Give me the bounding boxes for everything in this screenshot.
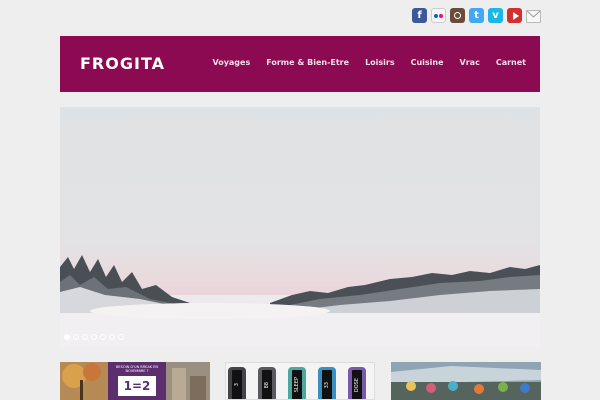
nav-item-vrac[interactable]: Vrac — [460, 58, 480, 67]
band-screen: SLEEP — [292, 370, 302, 399]
slider-dot[interactable] — [91, 334, 97, 340]
band-screen: DOSE — [352, 370, 362, 399]
slider-dot[interactable] — [109, 334, 115, 340]
nav-item-loisirs[interactable]: Loisirs — [365, 58, 395, 67]
nav-item-forme-bien-etre[interactable]: Forme & Bien-Etre — [266, 58, 349, 67]
slider-dots — [64, 334, 124, 340]
band-screen-text: 88 — [264, 381, 270, 389]
fitness-band: SLEEP — [288, 367, 306, 399]
site-header: FROGITA Voyages Forme & Bien-Etre Loisir… — [60, 36, 540, 92]
instagram-icon[interactable] — [450, 8, 465, 23]
band-screen-text: 33 — [324, 381, 330, 389]
slider-dot[interactable] — [100, 334, 106, 340]
slider-dot[interactable] — [64, 334, 70, 340]
band-screen: 33 — [322, 370, 332, 399]
slider-dot[interactable] — [82, 334, 88, 340]
band-screen-text: DOSE — [354, 377, 360, 393]
street-image — [166, 362, 210, 400]
main-nav: Voyages Forme & Bien-Etre Loisirs Cuisin… — [196, 58, 526, 67]
slider-dot[interactable] — [118, 334, 124, 340]
autumn-tree-image — [60, 362, 108, 400]
site-logo[interactable]: FROGITA — [80, 54, 165, 73]
social-links: f t v — [412, 8, 541, 23]
promo-banner: BESOIN D'UN BREAK EN NOVEMBRE ? 1=2 — [108, 362, 166, 400]
thumbnail-post-1[interactable]: BESOIN D'UN BREAK EN NOVEMBRE ? 1=2 — [60, 362, 210, 400]
hero-slider[interactable] — [60, 107, 540, 347]
twitter-icon[interactable]: t — [469, 8, 484, 23]
thumbnail-post-2[interactable]: 3 88 SLEEP 33 DOSE — [225, 362, 375, 400]
promo-text: BESOIN D'UN BREAK EN NOVEMBRE ? — [116, 365, 158, 373]
band-screen-text: SLEEP — [294, 377, 300, 393]
winter-landscape-image — [60, 255, 540, 347]
mail-envelope-shape — [527, 11, 540, 18]
band-screen-text: 3 — [234, 383, 240, 387]
twitter-glyph: t — [474, 9, 479, 21]
fitness-bands-image: 3 88 SLEEP 33 DOSE — [228, 367, 366, 399]
band-screen: 3 — [232, 370, 242, 399]
nav-item-carnet[interactable]: Carnet — [496, 58, 526, 67]
promo-offer: 1=2 — [118, 376, 156, 396]
facebook-icon[interactable]: f — [412, 8, 427, 23]
slider-dot[interactable] — [73, 334, 79, 340]
fitness-band: 33 — [318, 367, 336, 399]
vimeo-icon[interactable]: v — [488, 8, 503, 23]
race-crowd-image — [391, 362, 541, 400]
thumbnail-post-3[interactable] — [391, 362, 541, 400]
nav-item-voyages[interactable]: Voyages — [212, 58, 250, 67]
fitness-band: 88 — [258, 367, 276, 399]
flickr-icon[interactable] — [431, 8, 446, 23]
band-screen: 88 — [262, 370, 272, 399]
youtube-icon[interactable] — [507, 8, 522, 23]
fitness-band: 3 — [228, 367, 246, 399]
facebook-glyph: f — [417, 9, 422, 21]
nav-item-cuisine[interactable]: Cuisine — [411, 58, 444, 67]
fitness-band: DOSE — [348, 367, 366, 399]
mail-icon[interactable] — [526, 10, 541, 23]
vimeo-glyph: v — [492, 9, 499, 21]
